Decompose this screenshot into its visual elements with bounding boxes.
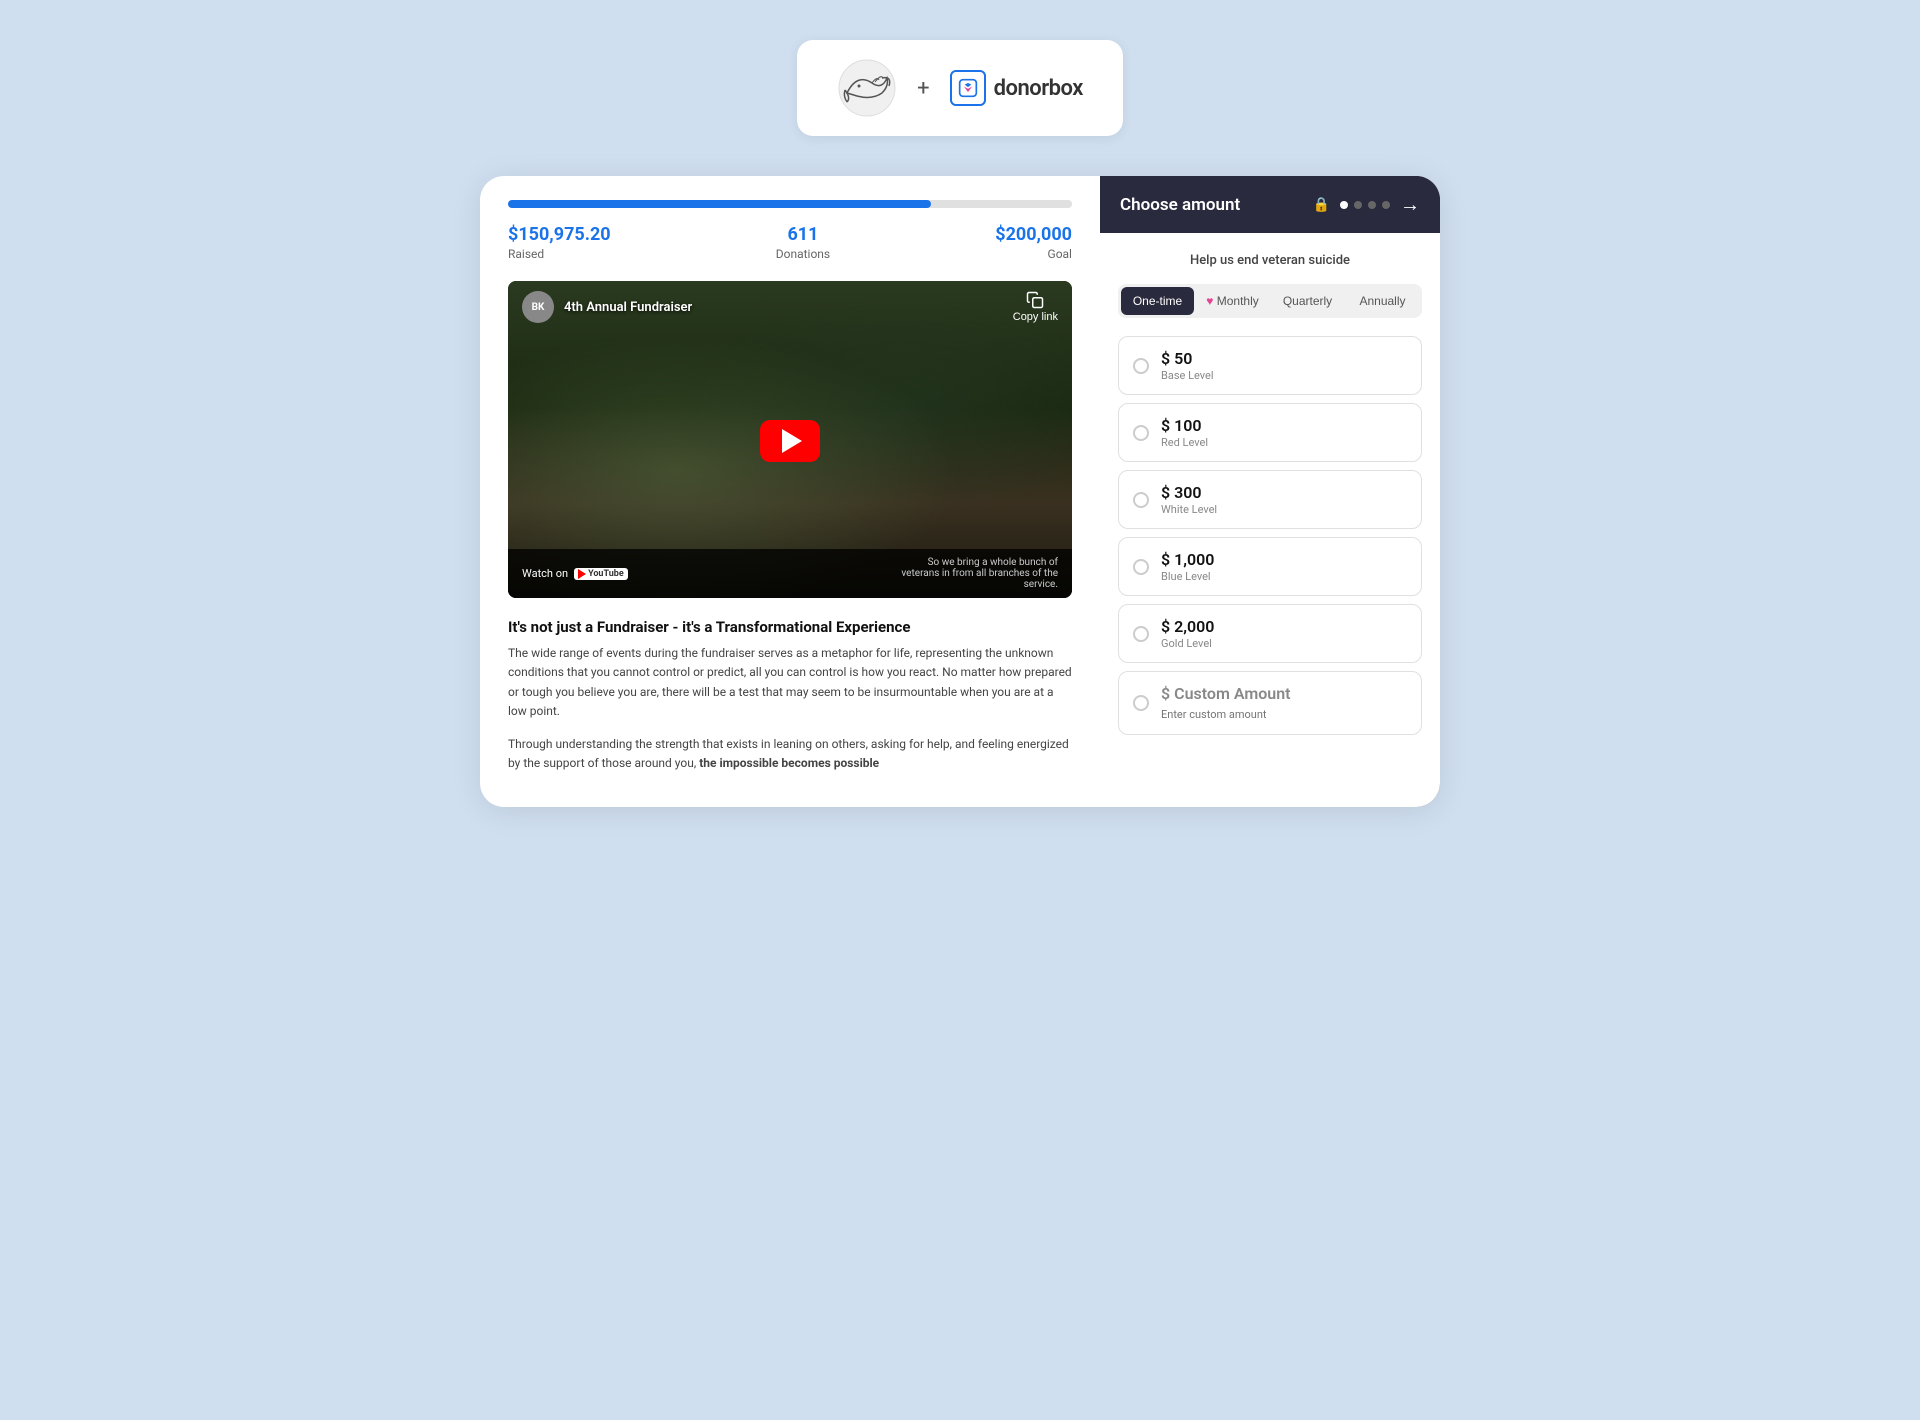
amount-info-1000: $ 1,000 Blue Level <box>1161 550 1407 583</box>
donation-subtitle: Help us end veteran suicide <box>1118 253 1422 268</box>
donations-value: 611 <box>776 224 830 245</box>
amount-option-300[interactable]: $ 300 White Level <box>1118 470 1422 529</box>
dot-4 <box>1382 201 1390 209</box>
right-panel: Choose amount 🔒 → Help us end veteran su… <box>1100 176 1440 807</box>
progress-bar-track <box>508 200 1072 208</box>
amount-option-2000[interactable]: $ 2,000 Gold Level <box>1118 604 1422 663</box>
raised-stat: $150,975.20 Raised <box>508 224 611 261</box>
video-title: 4th Annual Fundraiser <box>564 300 692 315</box>
choose-amount-header: Choose amount 🔒 → <box>1100 176 1440 233</box>
fundraiser-title: It's not just a Fundraiser - it's a Tran… <box>508 618 1072 636</box>
logo-bar: + donorbox <box>797 40 1123 136</box>
youtube-play-icon <box>578 569 586 579</box>
tab-monthly[interactable]: Monthly <box>1196 287 1269 315</box>
amount-option-100[interactable]: $ 100 Red Level <box>1118 403 1422 462</box>
amount-info-2000: $ 2,000 Gold Level <box>1161 617 1407 650</box>
amount-value-2000: $ 2,000 <box>1161 617 1407 636</box>
video-top-bar: BK 4th Annual Fundraiser Copy link <box>508 281 1072 333</box>
youtube-logo-icon: YouTube <box>574 568 628 580</box>
donorbox-label: donorbox <box>994 76 1083 101</box>
progress-section: $150,975.20 Raised 611 Donations $200,00… <box>480 176 1100 261</box>
goal-value: $200,000 <box>995 224 1072 245</box>
custom-amount-input[interactable] <box>1161 708 1407 721</box>
header-right: 🔒 → <box>1313 192 1420 217</box>
tab-quarterly[interactable]: Quarterly <box>1271 287 1344 315</box>
video-container[interactable]: BK 4th Annual Fundraiser Copy link <box>508 281 1072 598</box>
copy-link-label: Copy link <box>1013 311 1058 323</box>
play-triangle-icon <box>782 429 802 453</box>
amount-value-300: $ 300 <box>1161 483 1407 502</box>
watch-on-youtube: Watch on YouTube <box>522 567 628 580</box>
donorbox-icon <box>950 70 986 106</box>
amount-label-50: Base Level <box>1161 369 1407 382</box>
org-logo-icon <box>837 58 897 118</box>
video-bottom-bar: Watch on YouTube So we bring a whole bun… <box>508 549 1072 598</box>
amount-option-1000[interactable]: $ 1,000 Blue Level <box>1118 537 1422 596</box>
goal-label: Goal <box>995 247 1072 261</box>
radio-100 <box>1133 425 1149 441</box>
donations-stat: 611 Donations <box>776 224 830 261</box>
left-panel: $150,975.20 Raised 611 Donations $200,00… <box>480 176 1100 807</box>
radio-custom <box>1133 695 1149 711</box>
choose-amount-title: Choose amount <box>1120 195 1240 215</box>
amount-value-50: $ 50 <box>1161 349 1407 368</box>
amount-value-1000: $ 1,000 <box>1161 550 1407 569</box>
amount-info-50: $ 50 Base Level <box>1161 349 1407 382</box>
youtube-text: YouTube <box>588 569 624 579</box>
main-card: $150,975.20 Raised 611 Donations $200,00… <box>480 176 1440 807</box>
video-overlay: BK 4th Annual Fundraiser Copy link <box>508 281 1072 598</box>
raised-value: $150,975.20 <box>508 224 611 245</box>
amount-info-100: $ 100 Red Level <box>1161 416 1407 449</box>
amount-options: $ 50 Base Level $ 100 Red Level $ 300 <box>1118 336 1422 735</box>
goal-stat: $200,000 Goal <box>995 224 1072 261</box>
progress-bar-fill <box>508 200 931 208</box>
radio-50 <box>1133 358 1149 374</box>
fundraiser-description-2: Through understanding the strength that … <box>508 735 1072 773</box>
video-caption: So we bring a whole bunch of veterans in… <box>898 557 1058 590</box>
custom-amount-label: Custom Amount <box>1174 684 1290 703</box>
raised-label: Raised <box>508 247 611 261</box>
amount-option-50[interactable]: $ 50 Base Level <box>1118 336 1422 395</box>
radio-2000 <box>1133 626 1149 642</box>
donorbox-logo: donorbox <box>950 70 1083 106</box>
donation-body: Help us end veteran suicide One-time Mon… <box>1100 233 1440 807</box>
amount-info-300: $ 300 White Level <box>1161 483 1407 516</box>
radio-300 <box>1133 492 1149 508</box>
dot-1 <box>1340 201 1348 209</box>
bold-text: the impossible becomes possible <box>699 756 879 770</box>
frequency-tabs: One-time Monthly Quarterly Annually <box>1118 284 1422 318</box>
lock-icon: 🔒 <box>1313 197 1330 213</box>
tab-one-time[interactable]: One-time <box>1121 287 1194 315</box>
tab-annually[interactable]: Annually <box>1346 287 1419 315</box>
amount-info-custom: $ Custom Amount <box>1161 684 1407 722</box>
dollar-prefix: $ <box>1161 684 1170 703</box>
dot-3 <box>1368 201 1376 209</box>
channel-icon: BK <box>522 291 554 323</box>
amount-label-1000: Blue Level <box>1161 570 1407 583</box>
donations-label: Donations <box>776 247 830 261</box>
play-button[interactable] <box>760 420 820 462</box>
step-dots <box>1340 201 1390 209</box>
amount-option-custom[interactable]: $ Custom Amount <box>1118 671 1422 735</box>
amount-label-100: Red Level <box>1161 436 1407 449</box>
stats-row: $150,975.20 Raised 611 Donations $200,00… <box>508 224 1072 261</box>
amount-label-2000: Gold Level <box>1161 637 1407 650</box>
video-play-area[interactable] <box>508 333 1072 549</box>
copy-link-button[interactable]: Copy link <box>1013 291 1058 323</box>
dot-2 <box>1354 201 1362 209</box>
plus-separator: + <box>917 76 929 101</box>
radio-1000 <box>1133 559 1149 575</box>
next-arrow-button[interactable]: → <box>1400 192 1420 217</box>
amount-label-300: White Level <box>1161 503 1407 516</box>
watch-label: Watch on <box>522 567 568 580</box>
copy-icon <box>1026 291 1044 309</box>
text-content: It's not just a Fundraiser - it's a Tran… <box>480 618 1100 807</box>
custom-amount-prefix: $ Custom Amount <box>1161 684 1407 703</box>
fundraiser-description: The wide range of events during the fund… <box>508 644 1072 721</box>
amount-value-100: $ 100 <box>1161 416 1407 435</box>
